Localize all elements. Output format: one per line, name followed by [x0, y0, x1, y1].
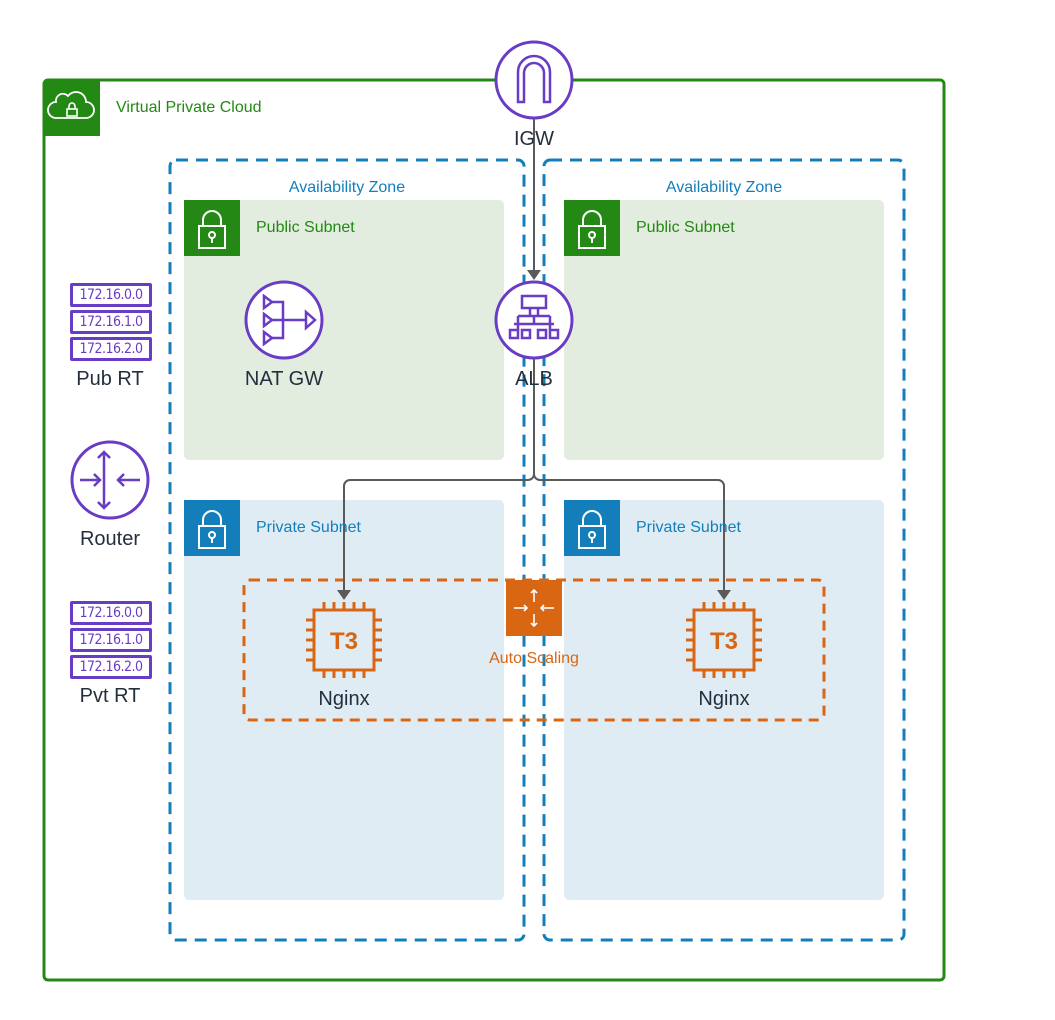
az-2-label: Availability Zone [665, 179, 783, 196]
nat-gw-label: NAT GW [244, 368, 324, 390]
public-subnet-1-label: Public Subnet [256, 219, 355, 236]
route-entry: 172.16.1.0 [70, 628, 152, 652]
route-entry: 172.16.0.0 [70, 283, 152, 307]
nginx-2-label: Nginx [698, 688, 750, 710]
nginx-1-label: Nginx [318, 688, 370, 710]
route-entry: 172.16.0.0 [70, 601, 152, 625]
pub-rt-label: Pub RT [76, 368, 144, 390]
az-1-label: Availability Zone [288, 179, 406, 196]
pvt-rt-label: Pvt RT [79, 685, 141, 707]
private-subnet-2-label: Private Subnet [636, 519, 741, 536]
auto-scaling-label: Auto Scaling [489, 650, 579, 667]
internet-gateway-icon[interactable] [494, 40, 574, 120]
chip-label: T3 [710, 628, 738, 655]
route-entry: 172.16.2.0 [70, 655, 152, 679]
architecture-diagram: T3 T3 Virtual Private Cloud Availability… [0, 0, 1055, 1020]
route-entry: 172.16.1.0 [70, 310, 152, 334]
igw-label: IGW [514, 128, 554, 150]
vpc-header-tile [44, 80, 100, 136]
private-subnet-1-label: Private Subnet [256, 519, 361, 536]
load-balancer-icon[interactable] [494, 280, 574, 360]
diagram-canvas: T3 T3 [42, 40, 946, 982]
router-icon[interactable] [70, 440, 150, 520]
nat-gateway-icon[interactable] [244, 280, 324, 360]
public-subnet-2-label: Public Subnet [636, 219, 735, 236]
alb-label: ALB [515, 368, 553, 390]
router-label: Router [79, 528, 141, 550]
vpc-label: Virtual Private Cloud [116, 99, 262, 116]
chip-label: T3 [330, 628, 358, 655]
route-entry: 172.16.2.0 [70, 337, 152, 361]
